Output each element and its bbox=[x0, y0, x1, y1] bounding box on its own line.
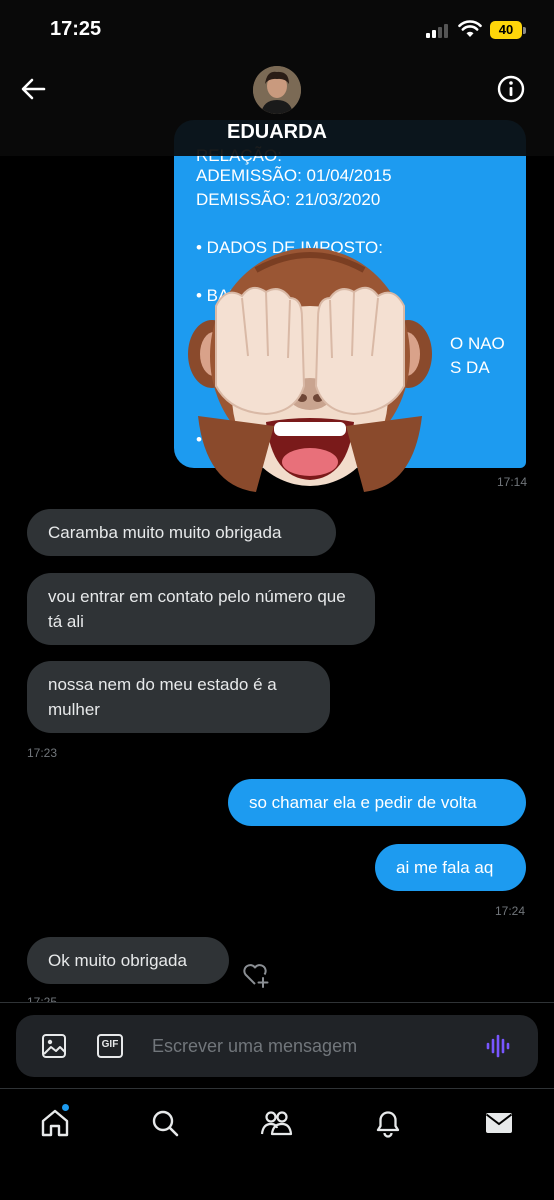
voice-message-icon[interactable] bbox=[484, 1032, 512, 1060]
avatar-photo bbox=[253, 66, 301, 114]
outgoing-message[interactable]: ai me fala aq bbox=[375, 844, 526, 891]
notification-dot bbox=[61, 1103, 70, 1112]
message-timestamp: 17:14 bbox=[497, 475, 528, 489]
bell-icon[interactable] bbox=[371, 1106, 405, 1140]
search-icon[interactable] bbox=[148, 1106, 182, 1140]
info-icon[interactable] bbox=[496, 74, 526, 104]
incoming-message[interactable]: vou entrar em contato pelo número que tá… bbox=[27, 573, 375, 645]
status-time: 17:25 bbox=[50, 18, 102, 40]
mail-icon[interactable] bbox=[482, 1106, 516, 1140]
status-bar: 17:25 40 bbox=[0, 0, 554, 60]
bottom-tab-bar bbox=[0, 1088, 554, 1200]
gif-label: GIF bbox=[101, 1039, 119, 1050]
message-input[interactable] bbox=[152, 1029, 472, 1063]
gif-button[interactable]: GIF bbox=[96, 1032, 124, 1060]
see-no-evil-monkey-sticker bbox=[188, 248, 432, 492]
message-timestamp: 17:24 bbox=[495, 904, 526, 918]
image-icon[interactable] bbox=[40, 1032, 68, 1060]
message-timestamp: 17:23 bbox=[27, 746, 58, 760]
incoming-message[interactable]: Caramba muito muito obrigada bbox=[27, 509, 336, 556]
document-line: ADEMISSÃO: 01/04/2015 bbox=[196, 166, 392, 185]
incoming-message[interactable]: Ok muito obrigada bbox=[27, 937, 229, 984]
message-composer: GIF bbox=[16, 1015, 538, 1077]
incoming-message[interactable]: nossa nem do meu estado é a mulher bbox=[27, 661, 330, 733]
back-arrow-icon[interactable] bbox=[18, 74, 48, 104]
composer-area: GIF bbox=[0, 1002, 554, 1088]
contact-avatar[interactable] bbox=[253, 66, 301, 114]
outgoing-message[interactable]: so chamar ela e pedir de volta bbox=[228, 779, 526, 826]
contact-name[interactable]: EDUARDA bbox=[0, 121, 554, 144]
wifi-icon bbox=[458, 20, 482, 37]
cellular-signal-icon bbox=[426, 24, 452, 38]
document-line: O NAO bbox=[450, 334, 505, 353]
battery-tip bbox=[523, 27, 526, 34]
document-line: S DA bbox=[450, 358, 490, 377]
heart-plus-icon[interactable] bbox=[240, 959, 270, 989]
communities-icon[interactable] bbox=[259, 1106, 293, 1140]
document-line: DEMISSÃO: 21/03/2020 bbox=[196, 190, 381, 209]
battery-indicator: 40 bbox=[490, 21, 522, 39]
